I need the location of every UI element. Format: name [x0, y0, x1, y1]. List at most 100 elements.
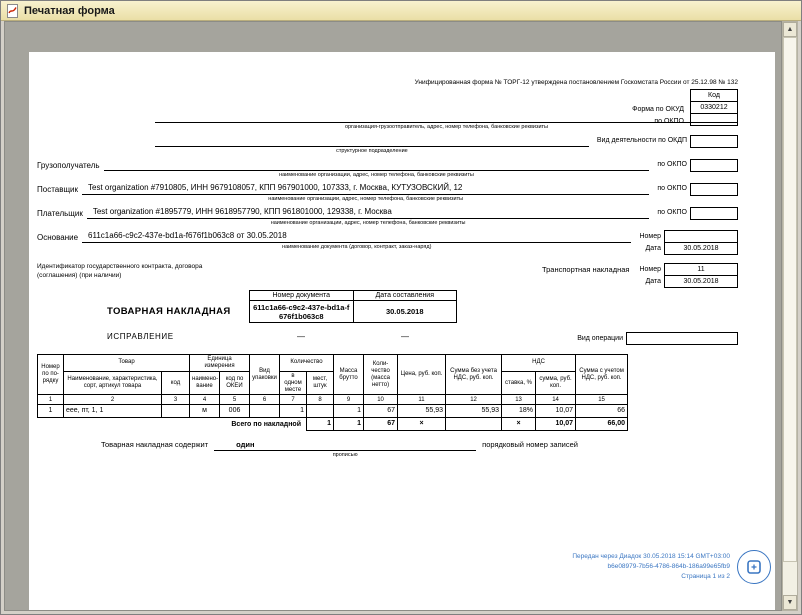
scroll-down-button[interactable]: ▼ — [783, 595, 797, 610]
scroll-down-icon: ▼ — [787, 599, 794, 606]
contract-transport-row: Идентификатор государственного контракта… — [37, 263, 738, 288]
document-page: Унифицированная форма № ТОРГ-12 утвержде… — [29, 52, 775, 611]
cell-perplace: 1 — [280, 405, 307, 418]
total-net: 67 — [364, 418, 398, 431]
basis-date-label: Дата — [639, 245, 661, 252]
col-header-price: Цена, руб. коп. — [398, 355, 446, 395]
colnum: 10 — [364, 395, 398, 405]
operation-row: Вид операции — [569, 332, 738, 345]
col-header-code: код — [162, 371, 190, 395]
col-header-net: Коли-чество (масса нетто) — [364, 355, 398, 395]
records-count-caption: прописью — [214, 452, 476, 458]
vertical-scrollbar[interactable]: ▲ ▼ — [782, 21, 798, 611]
colnum: 13 — [502, 395, 536, 405]
print-form-icon — [6, 4, 19, 18]
total-places: 1 — [307, 418, 334, 431]
gov-contract-note: Идентификатор государственного контракта… — [37, 263, 222, 288]
col-group-vat: НДС — [502, 355, 576, 372]
title-block: ТОВАРНАЯ НАКЛАДНАЯ ИСПРАВЛЕНИЕ Номер док… — [37, 290, 738, 354]
col-header-gross: Масса брутто — [334, 355, 364, 395]
cell-sum-novat: 55,93 — [446, 405, 502, 418]
okpo-label-payer: по ОКПО — [657, 206, 687, 216]
print-form-window: Печатная форма Унифицированная форма № Т… — [0, 0, 802, 615]
diadoc-stamp-icon — [737, 550, 771, 584]
diadoc-id-line: b6e08979-7b56-4786-864b-186a99e65fb9 — [572, 562, 730, 572]
cell-name: еее, пт, 1, 1 — [64, 405, 162, 418]
payer-value: Test organization #1895779, ИНН 96189577… — [87, 206, 650, 219]
colnum: 5 — [220, 395, 250, 405]
records-count-row: Товарная накладная содержит один пропись… — [101, 440, 738, 458]
col-group-goods: Товар — [64, 355, 190, 372]
colnum: 3 — [162, 395, 190, 405]
total-price-x: × — [398, 418, 446, 431]
col-header-vatsum: сумма, руб. коп. — [536, 371, 576, 395]
document-title: ТОВАРНАЯ НАКЛАДНАЯ — [107, 306, 231, 317]
codes-spacer — [632, 94, 684, 97]
payer-row: Плательщик Test organization #1895779, И… — [37, 206, 738, 226]
col-group-quantity: Количество — [280, 355, 334, 372]
scrollbar-track[interactable] — [783, 37, 797, 595]
total-sum: 66,00 — [576, 418, 628, 431]
supplier-value: Test organization #7910805, ИНН 96791080… — [82, 182, 649, 195]
colnum: 8 — [307, 395, 334, 405]
records-count-lead: Товарная накладная содержит — [101, 440, 208, 449]
titlebar[interactable]: Печатная форма — [1, 1, 801, 21]
cell-okei: 006 — [220, 405, 250, 418]
col-header-places: мест, штук — [307, 371, 334, 395]
transport-number-label: Номер — [639, 266, 661, 273]
colnum: 11 — [398, 395, 446, 405]
table-column-numbers: 1 2 3 4 5 6 7 8 9 10 11 12 13 — [38, 395, 628, 405]
basis-field: 611c1a66-c9c2-437e-bd1a-f676f1b063c8 от … — [82, 230, 631, 250]
basis-number-date: Номер Дата 30.05.2018 — [639, 230, 738, 255]
doc-date-value: 30.05.2018 — [353, 301, 457, 323]
preview-viewport[interactable]: Унифицированная форма № ТОРГ-12 утвержде… — [4, 21, 782, 611]
transport-date-label: Дата — [639, 278, 661, 285]
basis-caption: наименование документа (договор, контрак… — [82, 244, 631, 250]
scrollbar-thumb[interactable] — [783, 37, 797, 562]
supplier-label: Поставщик — [37, 182, 78, 194]
basis-date-cell: 30.05.2018 — [664, 242, 738, 255]
spacer — [222, 263, 542, 288]
scroll-up-button[interactable]: ▲ — [783, 22, 797, 37]
struct-unit-line — [155, 134, 589, 147]
cell-vatsum: 10,07 — [536, 405, 576, 418]
cell-unit: м — [190, 405, 220, 418]
basis-row: Основание 611c1a66-c9c2-437e-bd1a-f676f1… — [37, 230, 738, 255]
goods-row: 1 еее, пт, 1, 1 м 006 1 1 67 55,93 55,93 — [38, 405, 628, 418]
consignee-label: Грузополучатель — [37, 158, 100, 170]
col-header-name: Наименование, характеристика, сорт, арти… — [64, 371, 162, 395]
diadoc-text: Передан через Диадок 30.05.2018 15:14 GM… — [572, 552, 730, 582]
correction-number-dash: — — [249, 332, 353, 341]
struct-unit-caption: структурное подразделение — [155, 148, 589, 154]
col-header-vatrate: ставка, % — [502, 371, 536, 395]
document-content: организация-грузоотправитель, адрес, ном… — [37, 110, 738, 458]
basis-value: 611c1a66-c9c2-437e-bd1a-f676f1b063c8 от … — [82, 230, 631, 243]
supplier-field: Test organization #7910805, ИНН 96791080… — [82, 182, 649, 202]
col-group-unit: Единица измерения — [190, 355, 250, 372]
consignee-caption: наименование организации, адрес, номер т… — [104, 172, 650, 178]
table-header-subs: Наименование, характеристика, сорт, арти… — [38, 371, 628, 395]
col-header-package: Вид упаковки — [250, 355, 280, 395]
okpo-cell-supplier — [690, 183, 738, 196]
consignee-line — [104, 158, 650, 171]
operation-label: Вид операции — [577, 335, 623, 342]
consignee-field: наименование организации, адрес, номер т… — [104, 158, 650, 178]
cell-rownum: 1 — [38, 405, 64, 418]
okdp-label: Вид деятельности по ОКДП — [597, 134, 687, 144]
diadoc-page-line: Страница 1 из 2 — [572, 572, 730, 582]
scroll-up-icon: ▲ — [787, 26, 794, 33]
colnum: 4 — [190, 395, 220, 405]
supplier-row: Поставщик Test organization #7910805, ИН… — [37, 182, 738, 202]
total-sum-novat — [446, 418, 502, 431]
diadoc-signature-block: Передан через Диадок 30.05.2018 15:14 GM… — [572, 550, 771, 584]
col-header-perplace: в одном месте — [280, 371, 307, 395]
okpo-label-top: по ОКПО — [632, 115, 684, 125]
totals-row: Всего по накладной 1 1 67 × × 10,07 66,0… — [38, 418, 628, 431]
number-date-table: Номер документа Дата составления 611c1a6… — [249, 290, 457, 323]
supplier-caption: наименование организации, адрес, номер т… — [82, 196, 649, 202]
basis-number-label: Номер — [639, 233, 661, 240]
operation-cell — [626, 332, 738, 345]
cell-places — [307, 405, 334, 418]
cell-gross: 1 — [334, 405, 364, 418]
colnum: 14 — [536, 395, 576, 405]
